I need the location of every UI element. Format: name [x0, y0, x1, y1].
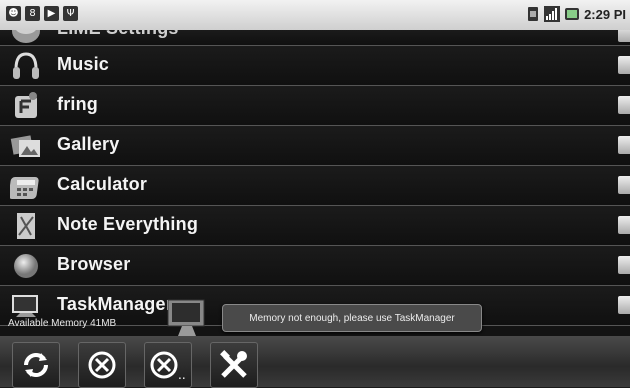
- calculator-icon: [10, 170, 42, 201]
- app-checkbox[interactable]: [618, 176, 630, 194]
- app-label: TaskManager: [57, 294, 173, 314]
- kill-button[interactable]: [78, 342, 126, 388]
- app-checkbox[interactable]: [618, 96, 630, 114]
- app-checkbox[interactable]: [618, 296, 630, 314]
- kill-all-icon: ..: [150, 351, 186, 382]
- app-list[interactable]: LIME Settings Music fring Gallery Calcul…: [0, 30, 630, 336]
- available-memory: Available Memory 41MB: [8, 318, 117, 329]
- fring-icon: [10, 90, 42, 121]
- app-checkbox[interactable]: [618, 216, 630, 234]
- list-item[interactable]: Calculator: [0, 166, 630, 206]
- list-item[interactable]: LIME Settings: [0, 30, 630, 46]
- refresh-button[interactable]: [12, 342, 60, 388]
- settings-button[interactable]: [210, 342, 258, 388]
- status-time: 2:29 PI: [584, 6, 626, 22]
- headphones-icon: [10, 50, 42, 81]
- status-bar-left: ☻ 8 ▶ Ψ: [6, 6, 78, 21]
- battery-icon: [565, 8, 580, 20]
- refresh-icon: [24, 353, 48, 377]
- bottom-toolbar: ..: [0, 336, 630, 388]
- app-label: Note Everything: [57, 214, 199, 234]
- note-icon: [10, 210, 42, 241]
- signal-icon: [544, 6, 561, 22]
- kill-icon: [88, 351, 116, 379]
- sim-icon: [528, 7, 539, 21]
- list-item[interactable]: Gallery: [0, 126, 630, 166]
- app-label: LIME Settings: [57, 30, 179, 39]
- flag-icon: ▶: [44, 6, 59, 21]
- status-bar-right: 2:29 PI: [527, 6, 626, 22]
- app-label: fring: [57, 94, 98, 114]
- notification-icon: ☻: [6, 6, 21, 21]
- app-label: Gallery: [57, 134, 120, 154]
- usb-icon: Ψ: [63, 6, 78, 21]
- keyboard-icon: [10, 30, 42, 45]
- list-item[interactable]: Browser: [0, 246, 630, 286]
- app-checkbox[interactable]: [618, 136, 630, 154]
- user-icon: 8: [25, 6, 40, 21]
- list-item[interactable]: Music: [0, 46, 630, 86]
- monitor-icon: [10, 290, 42, 321]
- gallery-icon: [10, 130, 42, 161]
- app-label: Music: [57, 54, 110, 74]
- app-label: Browser: [57, 254, 131, 274]
- status-bar: ☻ 8 ▶ Ψ 2:29 PI: [0, 0, 630, 31]
- app-label: Calculator: [57, 174, 148, 194]
- kill-all-suffix: ..: [178, 368, 186, 382]
- app-checkbox[interactable]: [618, 56, 630, 74]
- taskmanager-monitor-icon: [166, 298, 208, 338]
- toast-message: Memory not enough, please use TaskManage…: [222, 304, 482, 332]
- tools-icon: [220, 350, 247, 378]
- app-checkbox[interactable]: [618, 256, 630, 274]
- list-item[interactable]: Note Everything: [0, 206, 630, 246]
- list-item[interactable]: fring: [0, 86, 630, 126]
- app-checkbox[interactable]: [618, 30, 630, 42]
- kill-all-button[interactable]: ..: [144, 342, 192, 388]
- globe-icon: [10, 250, 42, 281]
